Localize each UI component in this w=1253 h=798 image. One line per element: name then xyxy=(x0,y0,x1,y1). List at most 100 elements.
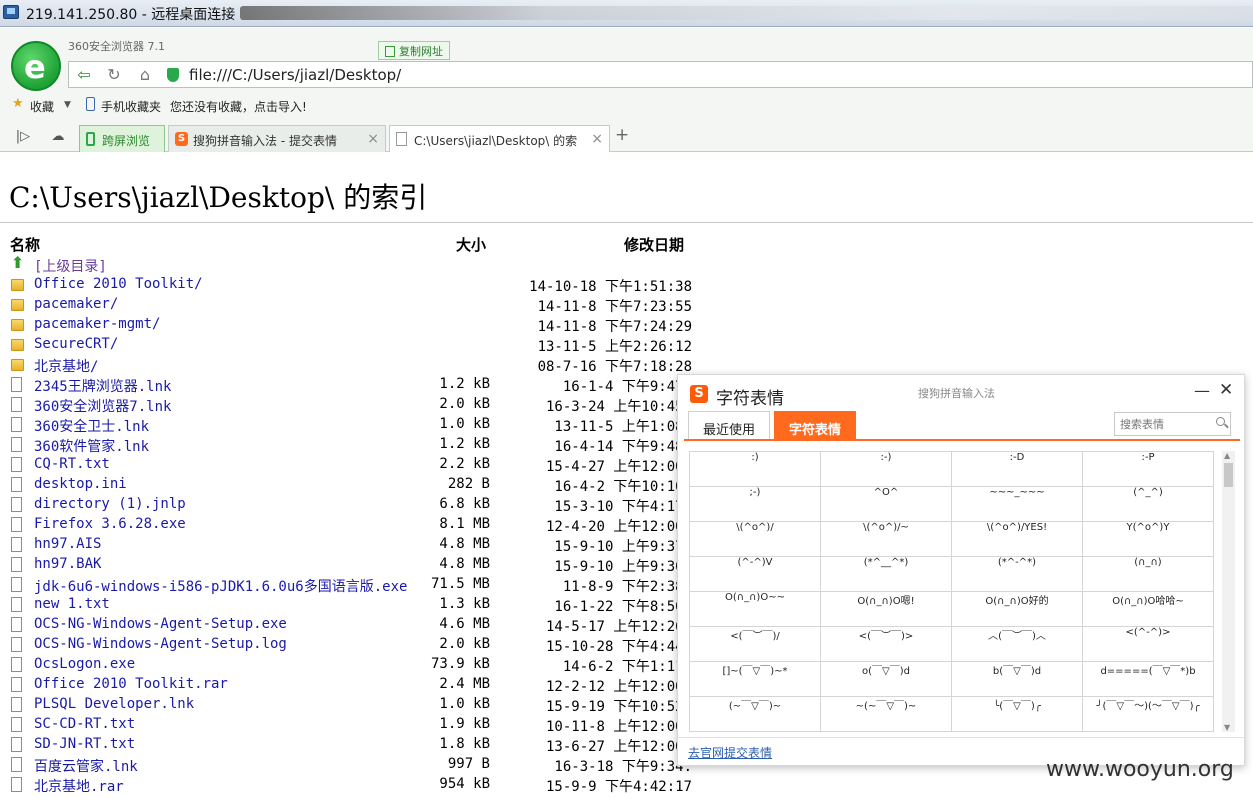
refresh-icon[interactable]: ↻ xyxy=(105,66,123,84)
file-row[interactable]: Office 2010 Toolkit.rar 2.4 MB 12-2-12 上午1… xyxy=(0,674,700,695)
entry-date: 16-4-2 下午10:10: xyxy=(554,479,692,495)
file-row[interactable]: 360安全卫士.lnk 1.0 kB 13-11-5 上午1:08: xyxy=(0,414,700,435)
tab-desktop-index[interactable]: C:\Users\jiazl\Desktop\ 的索 × xyxy=(389,125,610,153)
file-row[interactable]: CQ-RT.txt 2.2 kB 15-4-27 上午12:00: xyxy=(0,454,700,475)
file-row[interactable]: SD-JN-RT.txt 1.8 kB 13-6-27 上午12:00: xyxy=(0,734,700,755)
file-row[interactable]: directory (1).jnlp 6.8 kB 15-3-10 下午4:17: xyxy=(0,494,700,515)
emoticon-cell[interactable]: \(^o^)/~ xyxy=(821,522,952,557)
emoticon-cell[interactable]: :-P xyxy=(1083,452,1214,487)
address-bar[interactable]: ⇦ ↻ ⌂ file:///C:/Users/jiazl/Desktop/ xyxy=(68,61,1253,88)
folder-row[interactable]: 北京基地/08-7-16 下午7:18:28 xyxy=(0,354,700,375)
submit-emoticon-link[interactable]: 去官网提交表情 xyxy=(688,744,772,761)
file-row[interactable]: OCS-NG-Windows-Agent-Setup.exe 4.6 MB 14-5… xyxy=(0,614,700,635)
emoticon-cell[interactable]: \(^o^)/ xyxy=(690,522,821,557)
home-icon[interactable]: ⌂ xyxy=(136,66,154,84)
close-icon[interactable]: × xyxy=(367,131,379,147)
tab-sogou-submit[interactable]: S 搜狗拼音输入法 - 提交表情 × xyxy=(168,125,386,152)
file-row[interactable]: OcsLogon.exe 73.9 kB 14-6-2 下午1:11: xyxy=(0,654,700,675)
emoticon-cell[interactable]: []~(￣▽￣)~* xyxy=(690,662,821,697)
emoticon-cell[interactable]: \(^o^)/YES! xyxy=(952,522,1083,557)
scrollbar[interactable]: ▲ ▼ xyxy=(1222,451,1235,732)
emoticon-cell[interactable]: (∩_∩) xyxy=(1083,557,1214,592)
file-row[interactable]: jdk-6u6-windows-i586-pJDK1.6.0u6多国语言版.ex… xyxy=(0,574,700,595)
new-tab-button[interactable]: + xyxy=(615,125,629,145)
minimize-icon[interactable]: — xyxy=(1194,381,1210,400)
page-title: C:\Users\jiazl\Desktop\ 的索引 xyxy=(9,181,428,214)
import-bookmarks-link[interactable]: 您还没有收藏，点击导入! xyxy=(170,98,307,115)
folder-row[interactable]: Office 2010 Toolkit/14-10-18 下午1:51:38 xyxy=(0,274,700,295)
file-row[interactable]: 百度云管家.lnk 997 B 16-3-18 下午9:34: xyxy=(0,754,700,775)
emoticon-cell[interactable]: :-) xyxy=(821,452,952,487)
cloud-icon[interactable]: ☁ xyxy=(47,127,69,147)
emoticon-search[interactable] xyxy=(1114,412,1231,436)
emoticon-cell[interactable]: ;-) xyxy=(690,487,821,522)
file-row[interactable]: 2345王牌浏览器.lnk 1.2 kB 16-1-4 下午9:47: xyxy=(0,374,700,395)
url-text[interactable]: file:///C:/Users/jiazl/Desktop/ xyxy=(189,66,401,84)
scroll-thumb[interactable] xyxy=(1224,463,1233,487)
emoticon-cell[interactable]: O(∩_∩)O哈哈~ xyxy=(1083,592,1214,627)
mobile-favorites-link[interactable]: 手机收藏夹 xyxy=(101,98,161,115)
emoticon-cell[interactable]: :) xyxy=(690,452,821,487)
emoticon-cell[interactable]: O(∩_∩)O嗯! xyxy=(821,592,952,627)
file-row[interactable]: 360软件管家.lnk 1.2 kB 16-4-14 下午9:48: xyxy=(0,434,700,455)
emoticon-cell[interactable]: d=====(￣▽￣*)b xyxy=(1083,662,1214,697)
emoticon-search-input[interactable] xyxy=(1120,414,1216,434)
file-row[interactable]: hn97.BAK 4.8 MB 15-9-10 上午9:36: xyxy=(0,554,700,575)
favorites-menu[interactable]: 收藏 xyxy=(30,98,54,115)
emoticon-cell[interactable]: o(￣▽￣)d xyxy=(821,662,952,697)
scroll-down-icon[interactable]: ▼ xyxy=(1224,723,1230,732)
emoticon-cell[interactable]: b(￣▽￣)d xyxy=(952,662,1083,697)
file-row[interactable]: desktop.ini 282 B 16-4-2 下午10:10: xyxy=(0,474,700,495)
emoticon-cell[interactable]: <(￣︶￣)> xyxy=(821,627,952,662)
emoticon-cell[interactable]: ~~~_~~~ xyxy=(952,487,1083,522)
emoticon-cell[interactable]: <(￣︶￣)/ xyxy=(690,627,821,662)
file-row[interactable]: new 1.txt 1.3 kB 16-1-22 下午8:50: xyxy=(0,594,700,615)
entry-date: 14-10-18 下午1:51:38 xyxy=(529,279,692,295)
file-row[interactable]: SC-CD-RT.txt 1.9 kB 10-11-8 上午12:00: xyxy=(0,714,700,735)
file-row[interactable]: OCS-NG-Windows-Agent-Setup.log 2.0 kB 15-1… xyxy=(0,634,700,655)
column-header-modified: 修改日期 xyxy=(624,236,685,254)
emoticon-cell[interactable]: (^-^)V xyxy=(690,557,821,592)
emoticon-cell[interactable]: ^O^ xyxy=(821,487,952,522)
browser-logo[interactable]: e xyxy=(11,41,61,91)
popup-title: 字符表情 xyxy=(716,389,784,409)
emoticon-cell[interactable]: :-D xyxy=(952,452,1083,487)
emoticon-cell[interactable]: (~￣▽￣)~ xyxy=(690,697,821,732)
emoticon-cell[interactable]: (*^__^*) xyxy=(821,557,952,592)
sidebar-toggle-icon[interactable]: |▷ xyxy=(12,127,34,147)
parent-directory-link[interactable]: [上级目录] xyxy=(34,256,107,276)
emoticon-cell[interactable]: ╯(￣▽￣～)(～￣▽￣)╭ xyxy=(1083,697,1214,732)
file-row[interactable]: hn97.AIS 4.8 MB 15-9-10 上午9:37: xyxy=(0,534,700,555)
tab-recent[interactable]: 最近使用 xyxy=(688,411,770,441)
folder-row[interactable]: pacemaker/14-11-8 下午7:23:55 xyxy=(0,294,700,315)
file-row[interactable]: Firefox 3.6.28.exe 8.1 MB 12-4-20 上午12:00: xyxy=(0,514,700,535)
copy-url-button[interactable]: 复制网址 xyxy=(378,41,450,60)
tab-cross-screen[interactable]: 跨屏浏览 xyxy=(79,125,165,152)
scroll-up-icon[interactable]: ▲ xyxy=(1224,451,1230,460)
tab-emoticons[interactable]: 字符表情 xyxy=(774,411,856,441)
close-icon[interactable]: × xyxy=(591,131,603,147)
watermark: www.wooyun.org xyxy=(1046,757,1234,782)
parent-directory-row[interactable]: ⬆ [上级目录] xyxy=(0,254,700,276)
emoticon-cell[interactable]: O(∩_∩)O~~ xyxy=(690,592,821,627)
chevron-down-icon[interactable]: ▼ xyxy=(64,100,71,110)
emoticon-cell[interactable]: ︿(￣︶￣)︿ xyxy=(952,627,1083,662)
entry-date: 12-2-12 上午12:00: xyxy=(545,679,692,695)
emoticon-cell[interactable]: (^_^) xyxy=(1083,487,1214,522)
search-icon[interactable] xyxy=(1216,417,1225,426)
security-shield-icon[interactable] xyxy=(167,68,179,82)
back-icon[interactable]: ⇦ xyxy=(75,66,93,84)
folder-row[interactable]: SecureCRT/13-11-5 上午2:26:12 xyxy=(0,334,700,355)
file-row[interactable]: PLSQL Developer.lnk 1.0 kB 15-9-19 下午10:52… xyxy=(0,694,700,715)
emoticon-cell[interactable]: Y(^o^)Y xyxy=(1083,522,1214,557)
entry-date: 15-9-10 上午9:37: xyxy=(554,539,692,555)
emoticon-cell[interactable]: O(∩_∩)O好的 xyxy=(952,592,1083,627)
emoticon-cell[interactable]: <(^-^)> xyxy=(1083,627,1214,662)
emoticon-cell[interactable]: (*^-^*) xyxy=(952,557,1083,592)
folder-row[interactable]: pacemaker-mgmt/14-11-8 下午7:24:29 xyxy=(0,314,700,335)
file-row[interactable]: 北京基地.rar 954 kB 15-9-9 下午4:42:17 xyxy=(0,774,700,795)
close-icon[interactable]: ✕ xyxy=(1219,380,1233,400)
file-row[interactable]: 360安全浏览器7.lnk 2.0 kB 16-3-24 上午10:45: xyxy=(0,394,700,415)
emoticon-cell[interactable]: ~(~￣▽￣)~ xyxy=(821,697,952,732)
emoticon-cell[interactable]: ╰(￣▽￣)╭ xyxy=(952,697,1083,732)
